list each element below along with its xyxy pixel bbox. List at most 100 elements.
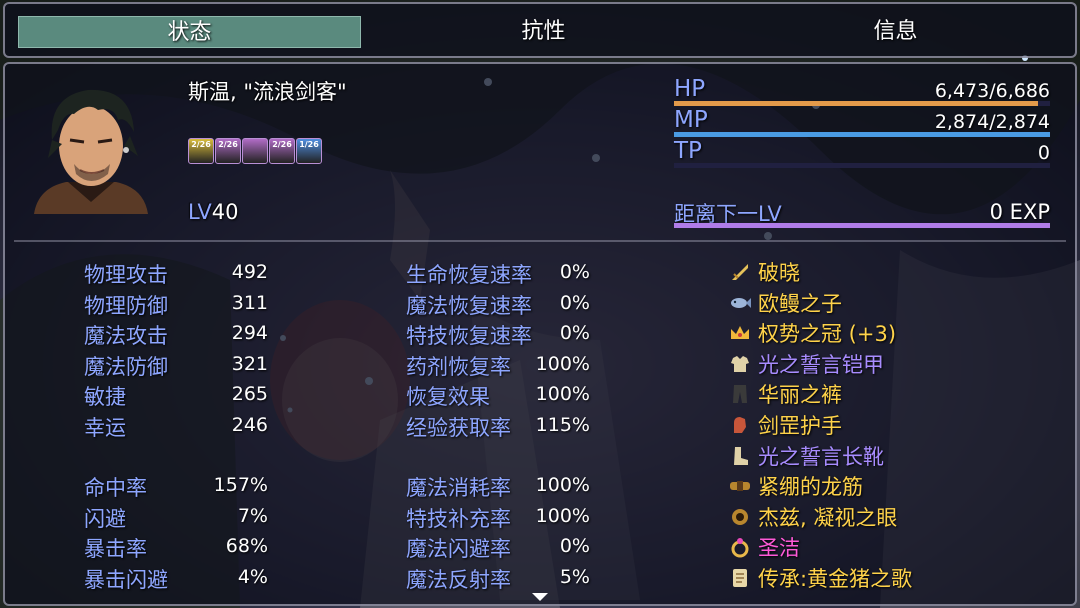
hp-value: 6,473/6,686	[934, 80, 1050, 102]
rate-stat-label: 特技恢复速率	[406, 324, 532, 348]
sp-stat-value: 100%	[535, 504, 590, 527]
sp-stat-value: 100%	[535, 474, 590, 496]
armor-icon	[731, 355, 749, 372]
equipment-name: 剑罡护手	[758, 414, 842, 438]
gauntlet-icon	[734, 417, 746, 433]
mp-value: 2,874/2,874	[934, 111, 1050, 133]
equipment-slot[interactable]: 破晓	[728, 258, 800, 286]
mp-label: MP	[674, 107, 708, 133]
equipment-slot[interactable]: 紧绷的龙筋	[728, 472, 863, 500]
level-value: 40	[211, 200, 239, 224]
ex-stat-label: 暴击闪避	[84, 567, 168, 592]
rate-stat-label: 魔法恢复速率	[406, 293, 532, 318]
sp-stat-value: 5%	[559, 565, 590, 588]
character-portrait	[34, 89, 148, 214]
equipment-slot[interactable]: 光之誓言长靴	[728, 442, 884, 470]
tab-resistance[interactable]: 抗性	[372, 16, 715, 48]
scroll-icon	[733, 569, 747, 587]
base-stat-label: 物理防御	[84, 293, 168, 318]
rate-stat-value: 100%	[535, 352, 590, 375]
equipment-slot[interactable]: 光之誓言铠甲	[728, 350, 884, 378]
tab-info[interactable]: 信息	[724, 16, 1067, 48]
base-stat-label: 魔法攻击	[84, 324, 168, 348]
mp-gauge-fill	[674, 132, 1050, 137]
tab-status[interactable]: 状态	[18, 16, 361, 48]
ex-stat-label: 闪避	[84, 506, 126, 531]
rate-stat-value: 115%	[535, 413, 590, 436]
ex-stat-label: 命中率	[84, 476, 147, 500]
ex-stat-value: 4%	[237, 565, 268, 588]
sp-stat-label: 魔法反射率	[406, 567, 511, 592]
equipment-name: 圣洁	[758, 536, 800, 561]
equipment-name: 光之誓言铠甲	[758, 352, 884, 377]
base-stat-value: 321	[231, 352, 268, 375]
base-stat-value: 311	[231, 291, 268, 314]
character-level: LV40	[188, 200, 239, 224]
section-divider	[14, 240, 1066, 242]
tp-label: TP	[674, 138, 702, 164]
purple-buff-icon: 2/26	[215, 138, 241, 164]
equipment-slot[interactable]: 剑罡护手	[728, 411, 842, 439]
base-stat-label: 魔法防御	[84, 354, 168, 379]
gold-buff-icon: 2/26	[188, 138, 214, 164]
eye-amulet-icon	[732, 508, 748, 525]
boots-icon	[734, 446, 748, 465]
exp-value: 0 EXP	[989, 200, 1050, 224]
equipment-name: 杰兹, 凝视之眼	[758, 505, 898, 530]
rate-stat-value: 0%	[559, 291, 590, 314]
exp-gauge-fill	[674, 223, 1050, 228]
state-icons: 2/26 2/26 2/26 1/26	[188, 138, 322, 164]
sword-icon	[732, 264, 748, 280]
rate-stat-value: 100%	[535, 383, 590, 405]
fish-icon	[731, 297, 751, 308]
rate-stat-label: 恢复效果	[406, 385, 490, 409]
equipment-name: 破晓	[758, 261, 800, 285]
ex-stat-label: 暴击率	[84, 537, 147, 561]
base-stat-label: 敏捷	[84, 385, 126, 409]
base-stat-value: 246	[231, 413, 268, 436]
level-label: LV	[188, 200, 212, 224]
belt-icon	[730, 481, 750, 492]
ex-stat-value: 68%	[225, 535, 268, 557]
equipment-slot[interactable]: 欧鳗之子	[728, 289, 842, 317]
equipment-name: 华丽之裤	[758, 383, 842, 408]
sp-stat-label: 特技补充率	[406, 506, 511, 531]
equipment-slot[interactable]: 圣洁	[728, 533, 800, 561]
base-stat-value: 492	[231, 261, 268, 283]
crown-icon	[731, 326, 749, 340]
equipment-slot[interactable]: 华丽之裤	[728, 380, 842, 408]
equipment-slot[interactable]: 传承:黄金猪之歌	[728, 564, 912, 592]
tab-bar: 状态 抗性 信息	[3, 2, 1077, 58]
tp-gauge	[674, 163, 1050, 168]
sp-stat-label: 魔法闪避率	[406, 537, 511, 561]
hp-label: HP	[674, 76, 706, 102]
ex-stat-value: 7%	[237, 504, 268, 527]
character-name: 斯温, "流浪剑客"	[188, 80, 347, 104]
rate-stat-label: 经验获取率	[406, 415, 511, 440]
equipment-name: 传承:黄金猪之歌	[758, 567, 913, 591]
equipment-name: 紧绷的龙筋	[758, 475, 863, 500]
equipment-slot[interactable]: 权势之冠 (+3)	[728, 319, 896, 347]
hp-gauge	[674, 101, 1050, 106]
exp-gauge	[674, 223, 1050, 228]
scroll-down-arrow-icon[interactable]	[532, 593, 548, 601]
beetle-buff-icon	[242, 138, 268, 164]
ex-stat-value: 157%	[213, 474, 268, 496]
base-stat-label: 幸运	[84, 415, 126, 440]
base-stat-label: 物理攻击	[84, 263, 168, 287]
rate-stat-value: 0%	[559, 322, 590, 344]
base-stat-value: 265	[231, 383, 268, 405]
ring-icon	[731, 538, 749, 558]
tp-value: 0	[1037, 142, 1050, 164]
base-stat-value: 294	[231, 322, 268, 344]
equipment-name: 权势之冠 (+3)	[758, 322, 897, 347]
sp-stat-label: 魔法消耗率	[406, 476, 511, 500]
blue-buff-icon: 1/26	[296, 138, 322, 164]
rate-stat-value: 0%	[559, 261, 590, 283]
sp-stat-value: 0%	[559, 535, 590, 557]
hp-gauge-fill	[674, 101, 1039, 106]
pants-icon	[733, 385, 747, 404]
rate-stat-label: 生命恢复速率	[406, 263, 532, 287]
rate-stat-label: 药剂恢复率	[406, 354, 511, 379]
equipment-slot[interactable]: 杰兹, 凝视之眼	[728, 503, 897, 531]
